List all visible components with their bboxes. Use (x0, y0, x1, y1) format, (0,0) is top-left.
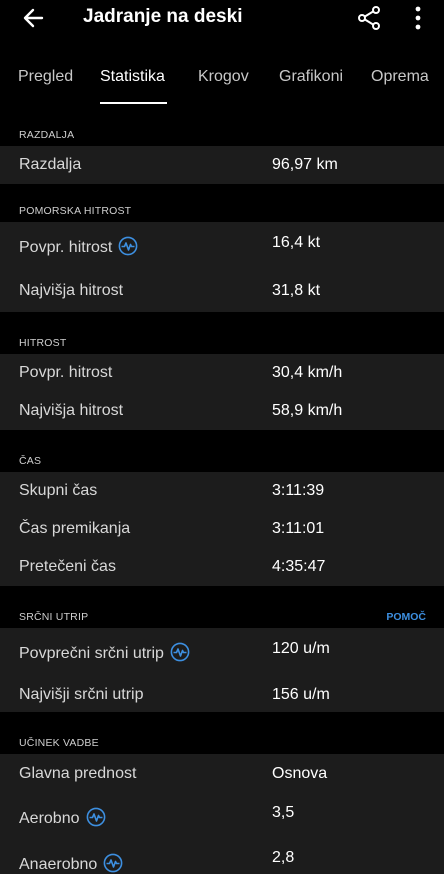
stat-value: 58,9 km/h (272, 402, 343, 419)
stat-name: Pretečeni čas (19, 558, 116, 575)
stat-group-nautical-speed: Povpr. hitrost 16,4 kt Najvišja hitrost … (0, 222, 444, 312)
tab-overview[interactable]: Pregled (18, 68, 73, 86)
stat-name: Čas premikanja (19, 520, 131, 537)
tab-laps[interactable]: Krogov (198, 68, 249, 86)
stat-value: 30,4 km/h (272, 364, 343, 381)
stat-group-time: Skupni čas 3:11:39 Čas premikanja 3:11:0… (0, 472, 444, 586)
stat-value: 31,8 kt (272, 282, 321, 299)
stat-name-aerobic[interactable]: Aerobno (19, 807, 106, 828)
section-title: UČINEK VADBE (19, 737, 99, 749)
stat-row-distance: Razdalja 96,97 km (0, 146, 444, 184)
more-options-button[interactable] (408, 4, 428, 32)
stat-name: Skupni čas (19, 482, 98, 499)
stat-value: 96,97 km (272, 156, 338, 173)
section-header-training-effect: UČINEK VADBE (0, 712, 444, 754)
heart-pulse-icon[interactable] (170, 642, 190, 662)
share-button[interactable] (356, 4, 384, 32)
stat-value: 3:11:39 (272, 482, 325, 499)
stat-name-avg-speed-kt[interactable]: Povpr. hitrost (19, 236, 138, 257)
tab-charts[interactable]: Grafikoni (279, 68, 343, 86)
back-button[interactable] (20, 4, 48, 32)
tab-gear[interactable]: Oprema (371, 68, 429, 86)
heart-pulse-icon[interactable] (118, 236, 138, 256)
stat-value: 16,4 kt (272, 234, 321, 251)
section-header-nautical-speed: POMORSKA HITROST (0, 184, 444, 222)
section-header-heart-rate: SRČNI UTRIP POMOČ (0, 586, 444, 628)
more-vertical-icon (415, 6, 421, 30)
stat-name: Najvišja hitrost (19, 402, 124, 419)
stat-name: Povpr. hitrost (19, 364, 113, 381)
stat-name: Glavna prednost (19, 765, 137, 782)
stat-value: Osnova (272, 765, 328, 782)
page-title: Jadranje na deski (83, 6, 243, 27)
stat-value: 4:35:47 (272, 558, 326, 575)
section-title: HITROST (19, 337, 67, 349)
heart-pulse-icon[interactable] (86, 807, 106, 827)
stat-name: Najvišja hitrost (19, 282, 124, 299)
section-header-speed: HITROST (0, 312, 444, 354)
stat-value: 156 u/m (272, 686, 330, 703)
tab-bar: Pregled Statistika Krogov Grafikoni Opre… (0, 36, 444, 104)
tab-statistics[interactable]: Statistika (100, 68, 165, 86)
stat-value: 120 u/m (272, 640, 330, 657)
stat-group-training-effect: Glavna prednost Osnova Aerobno 3,5 Anaer… (0, 754, 444, 874)
stat-name: Razdalja (19, 156, 82, 173)
app-bar: Jadranje na deski (0, 0, 444, 36)
heart-pulse-icon[interactable] (103, 853, 123, 873)
stat-value: 3,5 (272, 804, 295, 821)
statistics-list: RAZDALJA Razdalja 96,97 km POMORSKA HITR… (0, 104, 444, 874)
help-link[interactable]: POMOČ (386, 611, 426, 623)
section-title: SRČNI UTRIP (19, 611, 89, 623)
back-arrow-icon (23, 8, 44, 28)
stat-value: 2,8 (272, 849, 295, 866)
stat-group-heart-rate: Povprečni srčni utrip 120 u/m Najvišji s… (0, 628, 444, 712)
section-header-distance: RAZDALJA (0, 104, 444, 146)
stat-name: Najvišji srčni utrip (19, 686, 144, 703)
section-title: RAZDALJA (19, 129, 75, 141)
stat-group-speed: Povpr. hitrost 30,4 km/h Najvišja hitros… (0, 354, 444, 430)
stat-name-avg-heart-rate[interactable]: Povprečni srčni utrip (19, 642, 190, 663)
section-header-time: ČAS (0, 430, 444, 472)
share-icon (358, 6, 380, 30)
section-title: ČAS (19, 455, 42, 467)
section-title: POMORSKA HITROST (19, 205, 132, 217)
stat-value: 3:11:01 (272, 520, 325, 537)
